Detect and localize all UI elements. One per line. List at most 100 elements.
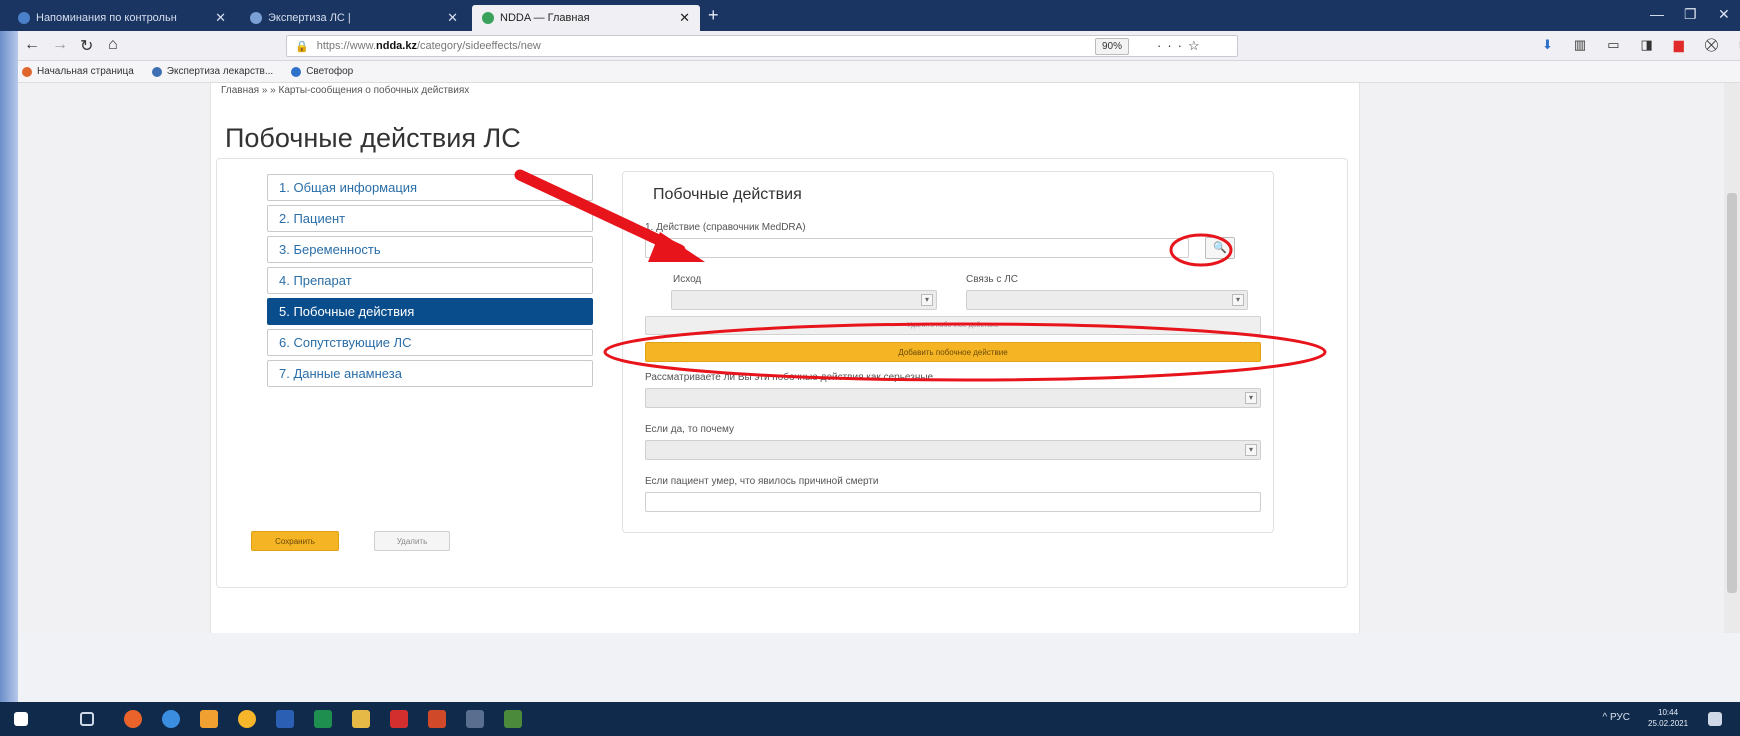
flag-icon[interactable]: ▆ [1674,37,1684,53]
maximize-icon[interactable]: ❐ [1684,6,1697,23]
app-icon[interactable] [200,710,218,728]
windows-taskbar: ^ РУС 10:44 25.02.2021 [0,702,1740,736]
url-prefix: https://www. [316,40,376,52]
cart-icon[interactable]: ⛒ [1705,37,1718,53]
close-window-icon[interactable]: ✕ [1718,6,1730,23]
page-title: Побочные действия ЛС [225,123,521,153]
bookmark-start-page[interactable]: Начальная страница [22,66,134,77]
toolbar-icons: ⬇ ▥ ▭ ◨ ▆ ⛒ ≡ [1542,37,1740,53]
save-button[interactable]: Сохранить [251,531,339,551]
why-label: Если да, то почему [645,424,735,435]
page-gutter-right [1360,83,1724,633]
firefox-icon[interactable] [124,710,142,728]
browser-tab-1[interactable]: Напоминания по контрольн ✕ [8,5,236,31]
site-icon [482,12,494,24]
bookmark-label: Начальная страница [37,66,134,77]
side-effects-panel: Побочные действия 1. Действие (справочни… [622,171,1274,533]
notifications-icon[interactable] [1708,712,1722,726]
site-icon [250,12,262,24]
zoom-level[interactable]: 90% [1095,38,1130,55]
serious-select[interactable]: ▾ [645,388,1261,408]
pdf-icon[interactable] [390,710,408,728]
system-tray[interactable]: ^ РУС [1603,712,1631,723]
bookmark-expertise[interactable]: Экспертиза лекарств... [151,66,274,77]
bookmark-label: Экспертиза лекарств... [166,66,274,77]
new-tab-icon[interactable]: + [708,5,719,26]
browser-tab-bar: Напоминания по контрольн ✕ Экспертиза ЛС… [0,0,1740,31]
search-button[interactable]: 🔍 [1205,237,1235,259]
page-gutter-left [18,83,210,633]
extension-icon[interactable]: ◨ [1641,37,1653,53]
outcome-label: Исход [673,274,702,285]
site-icon [18,12,30,24]
sidebar-icon[interactable]: ▭ [1607,37,1619,53]
chevron-down-icon: ▾ [1245,444,1257,456]
app-icon[interactable] [466,710,484,728]
why-select[interactable]: ▾ [645,440,1261,460]
serious-label: Рассматриваете ли Вы эти побочные действ… [645,372,934,383]
url-host: ndda.kz [376,40,417,52]
cancel-button[interactable]: Удалить [374,531,450,551]
library-icon[interactable]: ▥ [1574,37,1586,53]
page-actions-icon[interactable]: ···☆ [1157,38,1206,54]
download-icon[interactable]: ⬇ [1542,37,1553,53]
browser-tab-2[interactable]: Экспертиза ЛС | ✕ [240,5,468,31]
outcome-select[interactable]: ▾ [671,290,937,310]
add-side-effect-button[interactable]: Добавить побочное действие [645,342,1261,362]
app-icon[interactable] [238,710,256,728]
start-icon[interactable] [14,712,28,726]
close-icon[interactable]: ✕ [215,10,226,26]
clock[interactable]: 10:44 25.02.2021 [1648,707,1688,729]
app-icon[interactable] [504,710,522,728]
death-label: Если пациент умер, что явилось причиной … [645,476,879,487]
page-scrollbar[interactable] [1724,83,1740,633]
bookmark-label: Светофор [306,66,354,77]
chevron-down-icon: ▾ [921,294,933,306]
step-pregnancy[interactable]: 3. Беременность [267,236,593,263]
clock-time: 10:44 [1658,708,1679,717]
remove-side-effect-button[interactable]: Удалить побочное действие [645,316,1261,335]
bookmarks-bar: Начальная страница Экспертиза лекарств..… [18,61,1740,83]
reload-icon[interactable]: ↻ [80,36,93,56]
powerpoint-icon[interactable] [428,710,446,728]
frame-border [0,0,18,736]
steps-nav: 1. Общая информация 2. Пациент 3. Береме… [267,174,593,391]
death-cause-input[interactable] [645,492,1261,512]
breadcrumb: Главная » » Карты-сообщения о побочных д… [221,85,470,96]
word-icon[interactable] [276,710,294,728]
bookmark-icon [22,66,32,77]
minimize-icon[interactable]: — [1650,6,1664,22]
scroll-thumb[interactable] [1727,193,1737,593]
url-path: /category/sideeffects/new [416,40,541,52]
clock-date: 25.02.2021 [1648,719,1689,728]
bookmark-icon [151,66,162,77]
back-icon[interactable]: ← [24,36,40,54]
close-icon[interactable]: ✕ [679,10,690,26]
step-drug[interactable]: 4. Препарат [267,267,593,294]
close-icon[interactable]: ✕ [447,10,458,26]
chevron-down-icon: ▾ [1232,294,1244,306]
meddra-action-input[interactable] [645,238,1189,258]
step-anamnesis[interactable]: 7. Данные анамнеза [267,360,593,387]
task-view-icon[interactable] [80,712,94,726]
url-bar[interactable]: 🔒 https://www. ndda.kz/category/sideeffec… [286,35,1238,57]
tab-title: Экспертиза ЛС | [268,12,351,24]
step-side-effects[interactable]: 5. Побочные действия [267,298,593,325]
action-label: 1. Действие (справочник MedDRA) [645,222,806,233]
forward-icon[interactable]: → [52,36,68,54]
browser-tab-3-active[interactable]: NDDA — Главная ✕ [472,5,700,31]
relation-select[interactable]: ▾ [966,290,1248,310]
step-patient[interactable]: 2. Пациент [267,205,593,232]
step-concomitant-drugs[interactable]: 6. Сопутствующие ЛС [267,329,593,356]
browser-nav-bar: ← → ↻ ⌂ 🔒 https://www. ndda.kz/category/s… [18,31,1740,61]
bookmark-svetofor[interactable]: Светофор [291,66,353,77]
lock-icon: 🔒 [295,40,309,53]
page-content: Главная » » Карты-сообщения о побочных д… [210,83,1360,633]
home-icon[interactable]: ⌂ [108,36,118,54]
excel-icon[interactable] [314,710,332,728]
chrome-icon[interactable] [162,710,180,728]
step-general-info[interactable]: 1. Общая информация [267,174,593,201]
folder-icon[interactable] [352,710,370,728]
relation-label: Связь с ЛС [966,274,1018,285]
tab-title: Напоминания по контрольн [36,12,177,24]
